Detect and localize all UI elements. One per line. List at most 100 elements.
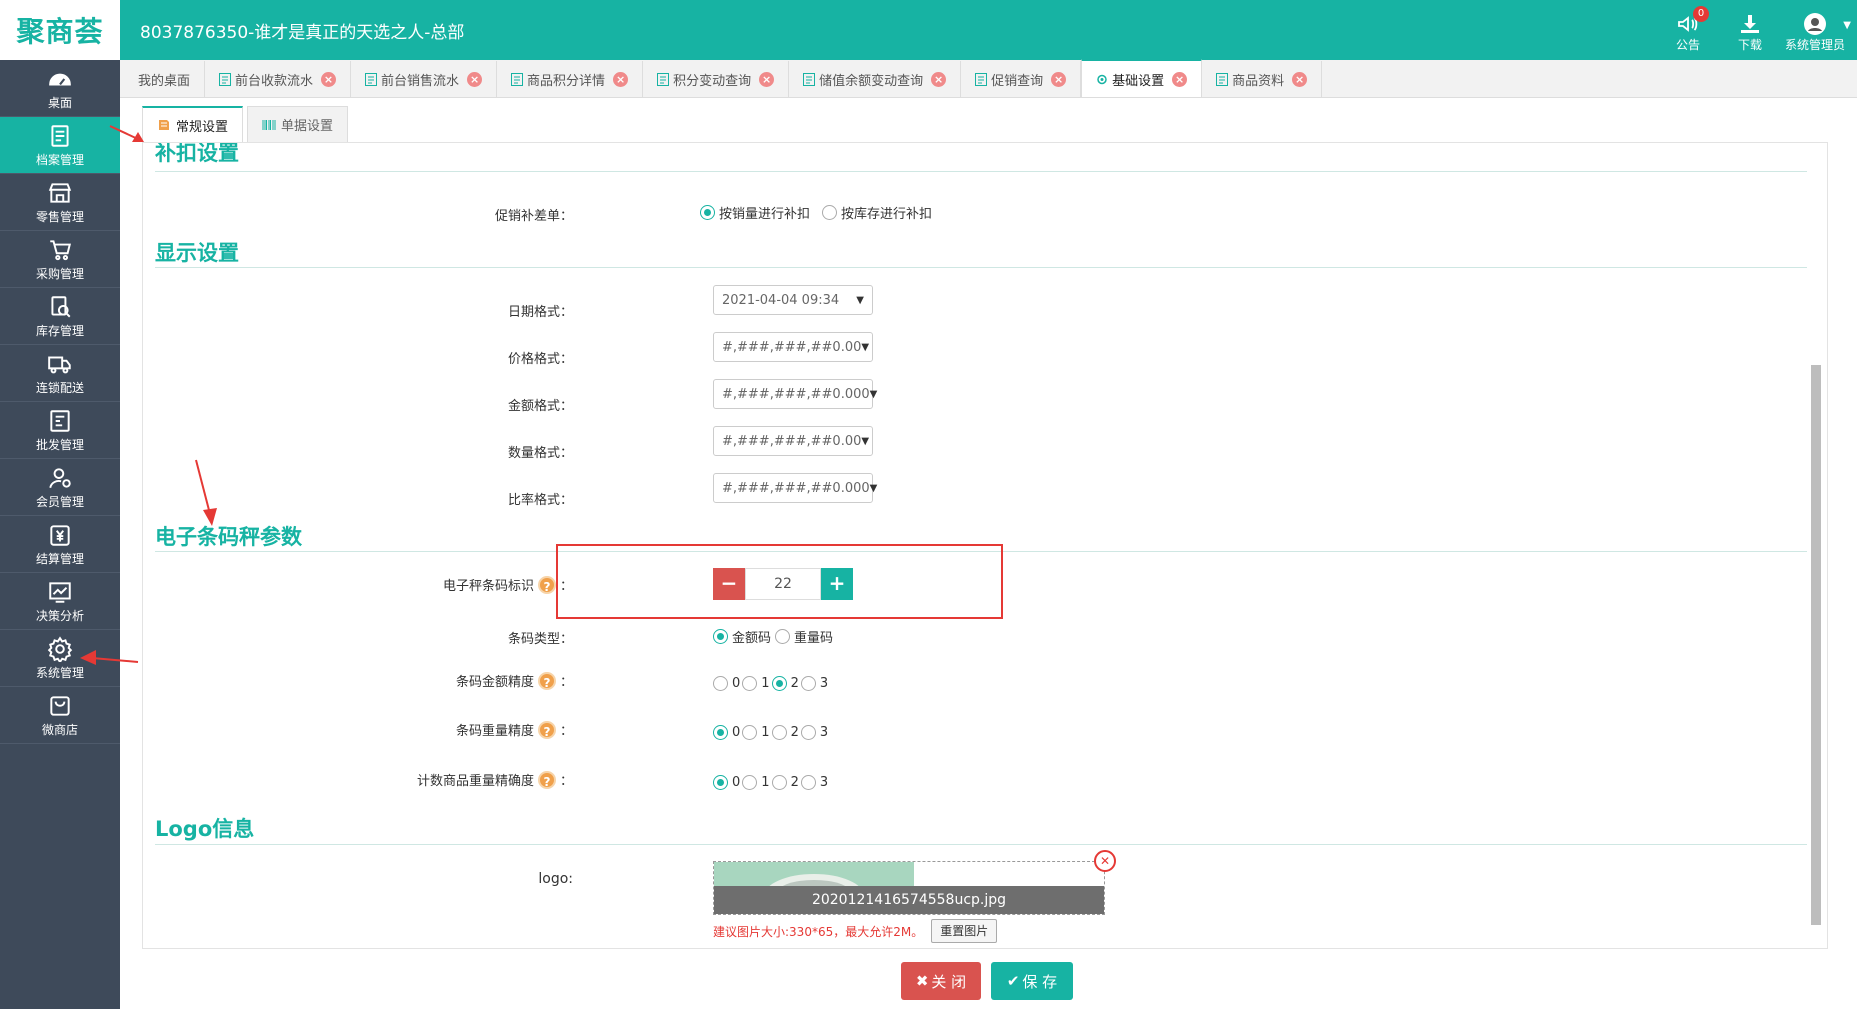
- close-icon[interactable]: ×: [321, 71, 337, 87]
- tab-label: 促销查询: [991, 73, 1044, 89]
- help-icon[interactable]: ?: [537, 770, 556, 789]
- radio-precision-2[interactable]: [771, 725, 787, 740]
- tab-general-settings[interactable]: 常规设置: [142, 106, 244, 142]
- tab-promo-query[interactable]: 促销查询 ×: [961, 61, 1082, 97]
- brand-logo[interactable]: 聚商荟: [0, 0, 120, 60]
- price-format-label: 价格格式：: [507, 352, 573, 367]
- tab-my-desktop[interactable]: 我的桌面: [124, 61, 206, 97]
- tab-payment-flow[interactable]: 前台收款流水 ×: [205, 61, 352, 97]
- section-title-scale: 电子条码秤参数: [155, 525, 302, 549]
- tab-label: 商品资料: [1232, 73, 1285, 89]
- download-icon: [1741, 15, 1759, 33]
- close-icon[interactable]: ×: [759, 71, 775, 87]
- radio-weight-code[interactable]: [775, 629, 791, 644]
- download-label: 下载: [1737, 38, 1762, 52]
- tab-product-info[interactable]: 商品资料 ×: [1202, 61, 1323, 97]
- radio-precision-0[interactable]: [713, 775, 728, 790]
- radio-precision-2[interactable]: [771, 676, 787, 691]
- remove-image-icon[interactable]: ✕: [1094, 850, 1116, 872]
- radio-amount-code[interactable]: [713, 629, 728, 644]
- radio-label: 2: [790, 775, 799, 790]
- chevron-down-icon: ▼: [856, 294, 864, 306]
- scrollbar-thumb[interactable]: [1811, 365, 1821, 925]
- sidebar-item-distribution[interactable]: 连锁配送: [0, 345, 120, 402]
- notice-label: 公告: [1675, 38, 1700, 52]
- radio-precision-1[interactable]: [742, 676, 758, 691]
- tab-points-change[interactable]: 积分变动查询 ×: [643, 61, 790, 97]
- close-icon[interactable]: ×: [1172, 71, 1188, 87]
- sidebar-item-microshop[interactable]: 微商店: [0, 687, 120, 744]
- radio-by-stock[interactable]: [822, 205, 838, 220]
- close-icon[interactable]: ×: [931, 71, 947, 87]
- annotation-arrow-icon: [195, 459, 217, 526]
- barcode-type-options: 金额码 重量码: [713, 627, 845, 646]
- yen-icon: [50, 524, 70, 546]
- radio-precision-2[interactable]: [771, 775, 787, 790]
- logo-label: logo:: [538, 871, 573, 887]
- radio-precision-3[interactable]: [800, 676, 816, 691]
- radio-precision-0[interactable]: [713, 725, 728, 740]
- date-format-select[interactable]: 2021-04-04 09:34 ▼: [713, 285, 873, 315]
- sidebar-item-purchase[interactable]: 采购管理: [0, 231, 120, 288]
- ratio-format-select[interactable]: #,###,###,##0.000 ▼: [713, 473, 877, 503]
- tab-basic-settings[interactable]: 基础设置 ×: [1081, 59, 1203, 97]
- logo-hint-row: 建议图片大小:330*65，最大允许2M。 重置图片: [713, 919, 998, 943]
- sidebar-item-retail[interactable]: 零售管理: [0, 174, 120, 231]
- radio-by-sales[interactable]: [700, 205, 715, 220]
- tab-document-settings[interactable]: 单据设置: [247, 106, 349, 142]
- wholesale-icon: [50, 409, 70, 432]
- close-icon[interactable]: ×: [1292, 71, 1308, 87]
- sidebar-item-member[interactable]: 会员管理: [0, 459, 120, 516]
- admin-menu-button[interactable]: 系统管理员 ▼: [1781, 4, 1851, 53]
- tab-label: 我的桌面: [138, 73, 191, 89]
- sidebar-item-archive[interactable]: 档案管理: [0, 117, 120, 174]
- sidebar-item-inventory[interactable]: 库存管理: [0, 288, 120, 345]
- close-icon[interactable]: ×: [1051, 71, 1067, 87]
- sidebar-item-settlement[interactable]: 结算管理: [0, 516, 120, 573]
- radio-label: 重量码: [794, 631, 834, 646]
- tab-sales-flow[interactable]: 前台销售流水 ×: [351, 61, 498, 97]
- store-icon: [48, 182, 72, 203]
- sidebar-item-desktop[interactable]: 桌面: [0, 60, 120, 117]
- download-button[interactable]: 下载: [1719, 4, 1781, 53]
- sidebar-item-wholesale[interactable]: 批发管理: [0, 402, 120, 459]
- radio-label: 0: [732, 775, 741, 790]
- radio-precision-3[interactable]: [800, 725, 816, 740]
- sidebar-item-analysis[interactable]: 决策分析: [0, 573, 120, 630]
- radio-precision-3[interactable]: [800, 775, 816, 790]
- barcode-type-label: 条码类型：: [507, 632, 573, 647]
- radio-label: 3: [819, 775, 829, 790]
- notice-button[interactable]: 0 公告: [1657, 4, 1719, 53]
- logo-upload-field: 2020121416574558ucp.jpg ✕: [713, 850, 1116, 915]
- radio-precision-0[interactable]: [713, 676, 728, 691]
- amount-format-select[interactable]: #,###,###,##0.000 ▼: [713, 379, 877, 409]
- price-format-select[interactable]: #,###,###,##0.00 ▼: [713, 332, 873, 362]
- ratio-format-field: #,###,###,##0.000 ▼: [713, 473, 877, 503]
- chart-icon: [49, 581, 71, 603]
- reset-image-button[interactable]: 重置图片: [931, 919, 998, 943]
- close-icon[interactable]: ×: [467, 71, 483, 87]
- radio-label: 1: [761, 676, 770, 691]
- chevron-down-icon: ▼: [861, 341, 870, 353]
- amount-precision-label-group: 条码金额精度 ? ：: [143, 671, 573, 690]
- sidebar-item-label: 零售管理: [35, 209, 84, 224]
- close-icon[interactable]: ×: [613, 71, 629, 87]
- tab-label: 商品积分详情: [527, 73, 606, 89]
- radio-precision-1[interactable]: [742, 775, 758, 790]
- help-icon[interactable]: ?: [537, 720, 556, 739]
- quantity-format-select[interactable]: #,###,###,##0.00 ▼: [713, 426, 873, 456]
- section-divider: [155, 844, 1807, 845]
- save-button[interactable]: ✔ 保 存: [991, 962, 1073, 1000]
- scrollbar[interactable]: [1811, 143, 1821, 948]
- tab-balance-change[interactable]: 储值余额变动查询 ×: [789, 61, 962, 97]
- help-icon[interactable]: ?: [537, 575, 556, 594]
- label-colon: ：: [559, 724, 573, 739]
- close-button[interactable]: ✖ 关 闭: [901, 962, 981, 1000]
- radio-precision-1[interactable]: [742, 725, 758, 740]
- radio-label: 按销量进行补扣: [719, 207, 811, 222]
- amount-precision-label: 条码金额精度: [455, 675, 534, 690]
- tab-points-detail[interactable]: 商品积分详情 ×: [497, 61, 644, 97]
- logo-upload-box[interactable]: 2020121416574558ucp.jpg ✕: [713, 850, 1116, 915]
- help-icon[interactable]: ?: [537, 671, 556, 690]
- chevron-down-icon: ▼: [1843, 20, 1851, 31]
